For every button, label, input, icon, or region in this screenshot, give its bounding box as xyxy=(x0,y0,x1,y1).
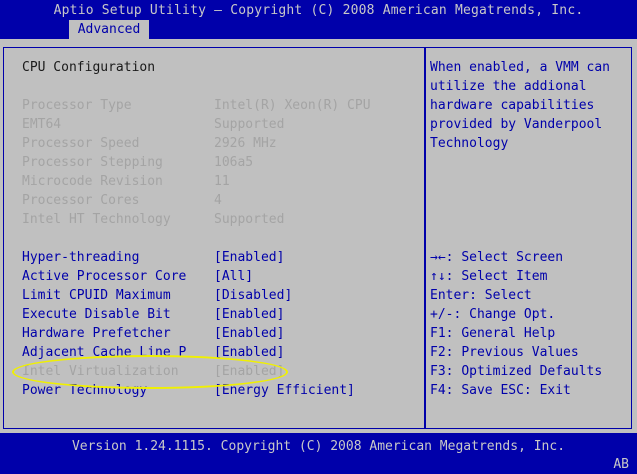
key-name: F2: xyxy=(430,345,454,360)
main-panel: CPU Configuration Processor Type Intel(R… xyxy=(0,39,637,433)
info-value-ht-technology: Supported xyxy=(214,212,285,227)
key-name: →←: xyxy=(430,250,454,265)
setting-label-hardware-prefetcher[interactable]: Hardware Prefetcher xyxy=(22,324,171,343)
info-value-emt64: Supported xyxy=(214,117,285,132)
help-line: provided by Vanderpool xyxy=(430,117,603,132)
setting-label-adjacent-cache-line[interactable]: Adjacent Cache Line P xyxy=(22,343,186,362)
setting-value-execute-disable-bit[interactable]: [Enabled] xyxy=(214,305,284,324)
key-name: F4: xyxy=(430,383,454,398)
setting-value-intel-virtualization[interactable]: [Enabled] xyxy=(214,362,284,381)
key-hint-enter: Enter: Select xyxy=(430,286,532,305)
help-line: utilize the addional xyxy=(430,79,587,94)
section-title: CPU Configuration xyxy=(22,60,156,75)
info-value-processor-cores: 4 xyxy=(214,193,222,208)
info-label-microcode-revision: Microcode Revision xyxy=(22,174,163,189)
key-action: General Help xyxy=(461,326,556,341)
setting-value-adjacent-cache-line[interactable]: [Enabled] xyxy=(214,343,284,362)
info-label-processor-speed: Processor Speed xyxy=(22,136,140,151)
key-action: Change Opt. xyxy=(469,307,556,322)
key-name: F3: xyxy=(430,364,454,379)
key-hint-general-help: F1: General Help xyxy=(430,324,555,343)
key-hint-save-exit: F4: Save ESC: Exit xyxy=(430,381,571,400)
key-hint-previous-values: F2: Previous Values xyxy=(430,343,579,362)
key-action: Previous Values xyxy=(461,345,579,360)
key-hint-change-opt: +/-: Change Opt. xyxy=(430,305,555,324)
key-hint-select-screen: →←: Select Screen xyxy=(430,248,563,267)
key-action: Save ESC: Exit xyxy=(461,383,571,398)
key-hint-select-item: ↑↓: Select Item xyxy=(430,267,547,286)
setting-label-intel-virtualization[interactable]: Intel Virtualization xyxy=(22,362,179,381)
setting-value-limit-cpuid[interactable]: [Disabled] xyxy=(214,286,292,305)
help-line: hardware capabilities xyxy=(430,98,595,113)
info-value-processor-speed: 2926 MHz xyxy=(214,136,277,151)
help-line: When enabled, a VMM can xyxy=(430,60,611,75)
info-label-processor-cores: Processor Cores xyxy=(22,193,140,208)
info-value-processor-type: Intel(R) Xeon(R) CPU xyxy=(214,98,371,113)
setting-label-power-technology[interactable]: Power Technology xyxy=(22,381,147,400)
info-label-emt64: EMT64 xyxy=(22,117,62,132)
key-name: Enter: xyxy=(430,288,477,303)
corner-badge: AB xyxy=(613,457,629,472)
key-action: Select Item xyxy=(461,269,548,284)
info-value-microcode-revision: 11 xyxy=(214,174,230,189)
key-name: ↑↓: xyxy=(430,269,454,284)
help-line: Technology xyxy=(430,136,509,151)
setting-label-limit-cpuid[interactable]: Limit CPUID Maximum xyxy=(22,286,171,305)
key-name: +/-: xyxy=(430,307,462,322)
key-action: Optimized Defaults xyxy=(461,364,603,379)
info-label-processor-type: Processor Type xyxy=(22,98,132,113)
setting-label-hyper-threading[interactable]: Hyper-threading xyxy=(22,248,139,267)
setting-value-active-processor-core[interactable]: [All] xyxy=(214,267,253,286)
setting-label-execute-disable-bit[interactable]: Execute Disable Bit xyxy=(22,305,171,324)
bios-title: Aptio Setup Utility – Copyright (C) 2008… xyxy=(53,3,584,18)
key-action: Select xyxy=(484,288,532,303)
setting-value-hardware-prefetcher[interactable]: [Enabled] xyxy=(214,324,284,343)
info-label-ht-technology: Intel HT Technology xyxy=(22,212,171,227)
tab-bar: Advanced xyxy=(0,20,637,39)
setting-label-active-processor-core[interactable]: Active Processor Core xyxy=(22,267,186,286)
key-hint-optimized-defaults: F3: Optimized Defaults xyxy=(430,362,602,381)
tab-advanced[interactable]: Advanced xyxy=(69,20,149,39)
key-action: Select Screen xyxy=(461,250,564,265)
setting-value-hyper-threading[interactable]: [Enabled] xyxy=(214,248,284,267)
key-name: F1: xyxy=(430,326,454,341)
info-label-processor-stepping: Processor Stepping xyxy=(22,155,163,170)
info-value-processor-stepping: 106a5 xyxy=(214,155,254,170)
footer-bar: Version 1.24.1115. Copyright (C) 2008 Am… xyxy=(0,433,637,474)
setting-value-power-technology[interactable]: [Energy Efficient] xyxy=(214,381,355,400)
version-text: Version 1.24.1115. Copyright (C) 2008 Am… xyxy=(71,439,566,454)
panel-divider xyxy=(424,47,426,429)
